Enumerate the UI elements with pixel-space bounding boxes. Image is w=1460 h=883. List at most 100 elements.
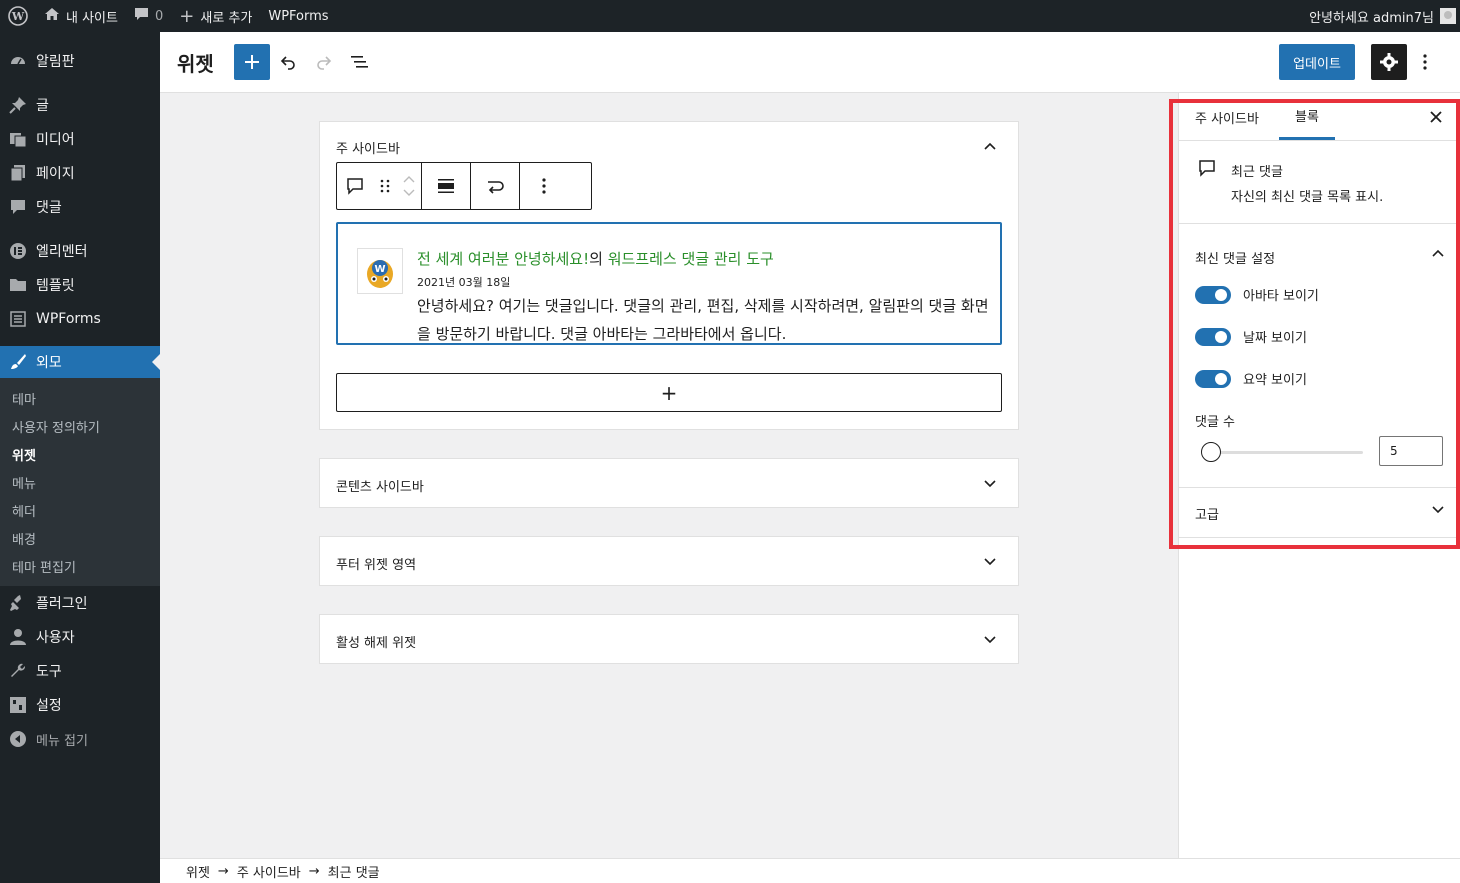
tab-label: 블록 (1295, 109, 1319, 125)
close-sidebar-button[interactable] (1426, 107, 1446, 127)
menu-item-dashboard[interactable]: 알림판 (0, 44, 160, 78)
comment-count-input[interactable]: 5 (1379, 436, 1443, 466)
wpforms-link[interactable]: WPForms (260, 0, 336, 32)
avatar-toggle[interactable] (1195, 285, 1231, 304)
advanced-panel[interactable]: 고급 (1179, 488, 1460, 538)
dashboard-icon (8, 51, 28, 71)
comment-icon (1198, 159, 1216, 181)
submenu-item-customize[interactable]: 사용자 정의하기 (0, 412, 160, 440)
expand-area-button[interactable] (980, 474, 1000, 494)
submenu-item-header[interactable]: 헤더 (0, 496, 160, 524)
panel-toggle-button[interactable] (1432, 503, 1444, 518)
expand-area-button[interactable] (980, 630, 1000, 650)
block-mover[interactable] (397, 163, 421, 209)
block-options-button[interactable] (520, 163, 568, 209)
undo-button[interactable] (270, 44, 306, 80)
breadcrumb-item: 최근 댓글 (327, 865, 380, 881)
elementor-icon (8, 241, 28, 261)
menu-item-settings[interactable]: 설정 (0, 688, 160, 722)
submenu-item-widgets[interactable]: 위젯 (0, 440, 160, 468)
widget-area-footer[interactable]: 푸터 위젯 영역 (319, 536, 1019, 586)
toggle-row-avatar: 아바타 보이기 (1195, 285, 1319, 304)
comments-link[interactable]: 0 (126, 0, 171, 32)
comment-count-slider[interactable] (1203, 451, 1363, 454)
account-menu[interactable]: 안녕하세요 admin7님 (1301, 0, 1460, 32)
panel-title[interactable]: 최신 댓글 설정 (1195, 248, 1275, 267)
appearance-submenu: 테마 사용자 정의하기 위젯 메뉴 헤더 배경 테마 편집기 (0, 378, 160, 586)
comment-date: 2021년 03월 18일 (417, 276, 511, 289)
settings-grid-icon (8, 695, 28, 715)
panel-toggle-button[interactable] (1432, 246, 1444, 261)
tab-widget-area[interactable]: 주 사이드바 (1195, 93, 1259, 141)
breadcrumb-item[interactable]: 위젯 (186, 862, 210, 881)
settings-toggle-button[interactable] (1371, 44, 1407, 80)
date-toggle[interactable] (1195, 327, 1231, 346)
comment-author-link[interactable]: 전 세계 여러분 안녕하세요! (417, 250, 589, 268)
menu-item-tools[interactable]: 도구 (0, 654, 160, 688)
update-button[interactable]: 업데이트 (1279, 44, 1355, 80)
form-icon (8, 309, 28, 329)
toolbar-group-transform (471, 163, 520, 209)
chevron-down-icon (403, 189, 415, 196)
menu-item-media[interactable]: 미디어 (0, 122, 160, 156)
list-view-button[interactable] (342, 44, 378, 80)
sidebar-tabs: 주 사이드바 블록 (1179, 93, 1460, 141)
transform-button[interactable] (471, 163, 519, 209)
comment-post-link[interactable]: 워드프레스 댓글 관리 도구 (608, 250, 774, 268)
add-block-button[interactable]: + (336, 373, 1002, 412)
widget-area-title: 활성 해제 위젯 (336, 636, 417, 651)
undo-icon (280, 56, 295, 70)
transform-icon (488, 181, 504, 194)
site-name-link[interactable]: 내 사이트 (36, 0, 126, 32)
chevron-down-icon (1432, 506, 1444, 514)
menu-item-pages[interactable]: 페이지 (0, 156, 160, 190)
close-icon (1430, 111, 1442, 123)
block-inserter-button[interactable] (233, 44, 270, 80)
excerpt-toggle[interactable] (1195, 369, 1231, 388)
chevron-down-icon (984, 558, 996, 566)
new-content-link[interactable]: + 새로 추가 (171, 0, 260, 32)
tab-block[interactable]: 블록 (1279, 93, 1335, 140)
toggle-row-excerpt: 요약 보이기 (1195, 369, 1307, 388)
latest-comments-block[interactable]: W 전 세계 여러분 안녕하세요!의 워드프레스 댓글 관리 도구 2021년 … (336, 222, 1002, 345)
menu-item-templates[interactable]: 템플릿 (0, 268, 160, 302)
home-icon (44, 6, 60, 26)
submenu-item-theme-editor[interactable]: 테마 편집기 (0, 552, 160, 580)
drag-handle[interactable] (373, 163, 397, 209)
menu-label: 글 (36, 98, 49, 114)
menu-item-users[interactable]: 사용자 (0, 620, 160, 654)
drag-handle-icon (380, 179, 390, 193)
more-vertical-icon (1423, 54, 1427, 70)
settings-panel: 최신 댓글 설정 아바타 보이기 날짜 보이기 요약 보이기 댓글 수 5 (1179, 224, 1460, 488)
comment-meta: 전 세계 여러분 안녕하세요!의 워드프레스 댓글 관리 도구 (417, 248, 774, 269)
menu-item-elementor[interactable]: 엘리멘터 (0, 234, 160, 268)
submenu-item-themes[interactable]: 테마 (0, 384, 160, 412)
menu-item-plugins[interactable]: 플러그인 (0, 586, 160, 620)
menu-label: 페이지 (36, 166, 75, 182)
wordpress-logo-icon[interactable]: W (0, 0, 36, 32)
submenu-item-background[interactable]: 배경 (0, 524, 160, 552)
menu-item-comments[interactable]: 댓글 (0, 190, 160, 224)
menu-item-wpforms[interactable]: WPForms (0, 302, 160, 336)
menu-item-posts[interactable]: 글 (0, 88, 160, 122)
breadcrumb-item[interactable]: 주 사이드바 (237, 862, 301, 881)
paintbrush-icon (8, 352, 28, 372)
collapse-area-button[interactable] (980, 136, 1000, 156)
widget-area-inactive[interactable]: 활성 해제 위젯 (319, 614, 1019, 664)
menu-label: 도구 (36, 664, 62, 680)
widget-area-content-sidebar[interactable]: 콘텐츠 사이드바 (319, 458, 1019, 508)
expand-area-button[interactable] (980, 552, 1000, 572)
toolbar-group-block (337, 163, 422, 209)
collapse-menu-button[interactable]: 메뉴 접기 (0, 722, 160, 756)
options-button[interactable] (1411, 44, 1439, 80)
align-button[interactable] (422, 163, 470, 209)
menu-item-appearance[interactable]: 외모 (0, 346, 160, 378)
block-type-button[interactable] (337, 163, 373, 209)
chevron-down-icon (984, 636, 996, 644)
submenu-item-menus[interactable]: 메뉴 (0, 468, 160, 496)
slider-thumb[interactable] (1201, 442, 1221, 462)
pushpin-icon (8, 95, 28, 115)
user-icon (8, 627, 28, 647)
redo-button[interactable] (306, 44, 342, 80)
plus-icon (244, 55, 259, 69)
